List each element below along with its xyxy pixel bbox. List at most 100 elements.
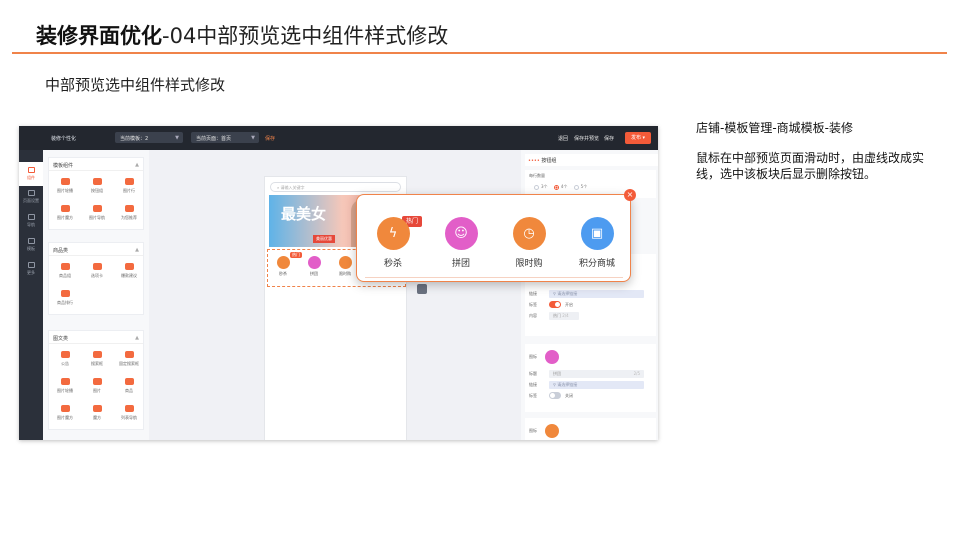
title-input[interactable]: 拼团 2/5	[549, 370, 644, 378]
content-input[interactable]: 热门 2/4	[549, 312, 579, 320]
widget-label: 商品组	[59, 273, 71, 278]
nav-item-page-settings[interactable]: 页面设置	[19, 190, 43, 204]
widget-item[interactable]: 图片轮播	[49, 373, 81, 400]
notes: 店铺-模板管理-商城模板-装修 鼠标在中部预览页面滑动时，由虚线改成实线，选中该…	[696, 120, 936, 182]
widget-item[interactable]: 为您推荐	[113, 200, 145, 227]
zoom-item-timed[interactable]: ◷ 限时购	[503, 217, 555, 269]
content-value: 热门	[553, 313, 561, 318]
nav-label: 页面设置	[23, 198, 39, 203]
widget-item[interactable]: 列表导航	[113, 400, 145, 427]
link-select[interactable]: ⚲ 请选择链接	[549, 290, 644, 298]
points-mall-icon: ▣	[580, 217, 614, 250]
banner-text: 最美女	[281, 205, 327, 223]
link-icon: ⚲	[553, 291, 556, 296]
ranking-icon	[60, 290, 70, 297]
title-count: 2/5	[633, 371, 640, 376]
slide-title-rest: -04中部预览选中组件样式修改	[162, 24, 449, 48]
list-nav-icon	[124, 405, 134, 412]
save-preview-button[interactable]: 保存并预览	[574, 135, 599, 142]
timer-icon[interactable]	[545, 424, 559, 438]
radio-4[interactable]	[553, 184, 559, 190]
widget-item[interactable]: 图片轮播	[49, 173, 81, 200]
page-select[interactable]: 当前页面：首页 ▼	[191, 132, 259, 143]
app-name: 装修个性化	[51, 136, 77, 142]
timer-icon: ◷	[512, 217, 546, 250]
slide-title-bold: 装修界面优化	[36, 24, 162, 48]
link-placeholder: 请选择链接	[557, 382, 578, 387]
zoom-item-points-mall[interactable]: ▣ 积分商城	[571, 217, 623, 269]
chevron-down-icon: ▾	[642, 135, 646, 141]
widget-item[interactable]: 魔方	[81, 400, 113, 427]
widget-item[interactable]: 固定搜索框	[113, 346, 145, 373]
link-label: 链接	[529, 382, 537, 387]
widget-group-title: 商品类	[53, 248, 69, 254]
widget-item[interactable]: 商品组	[49, 258, 81, 285]
widget-item[interactable]: 按钮组	[81, 173, 113, 200]
preview-nav-item[interactable]: 限时购	[335, 256, 355, 277]
save-link[interactable]: 保存	[265, 135, 275, 142]
chevron-up-icon: ▲	[135, 162, 139, 168]
template-select-value: 当前模板：2	[120, 136, 149, 142]
radio-3[interactable]	[534, 184, 539, 190]
timer-icon	[338, 256, 352, 269]
widget-item[interactable]: 图片行	[113, 173, 145, 200]
preview-nav-label: 限时购	[339, 271, 351, 276]
widget-item[interactable]: 商品排行	[49, 285, 81, 312]
widget-item[interactable]: 公告	[49, 346, 81, 373]
content-label: 内容	[529, 313, 537, 318]
preview-nav-label: 秒杀	[279, 271, 287, 276]
widget-item[interactable]: 爆款建议	[113, 258, 145, 285]
save-button[interactable]: 保存	[604, 135, 614, 142]
widget-group-header[interactable]: 模板组件 ▲	[49, 158, 143, 171]
preview-search[interactable]: ⌕ 请输入关键字	[270, 182, 401, 192]
nav-item-template[interactable]: 模板	[19, 238, 43, 252]
widget-item[interactable]: 图片导航	[81, 200, 113, 227]
widget-group-header[interactable]: 商品类 ▲	[49, 243, 143, 256]
badge-toggle[interactable]	[549, 301, 561, 308]
widget-item[interactable]: 图片魔方	[49, 200, 81, 227]
badge-toggle[interactable]	[549, 392, 561, 399]
search-icon	[92, 351, 102, 358]
zoom-item-label: 秒杀	[383, 259, 402, 269]
widget-label: 图片轮播	[57, 188, 73, 193]
zoom-item-label: 拼团	[451, 259, 470, 269]
widget-item[interactable]: 选项卡	[81, 258, 113, 285]
widget-label: 爆款建议	[121, 273, 137, 278]
nav-item-navigation[interactable]: 导航	[19, 214, 43, 228]
slide: 装修界面优化-04中部预览选中组件样式修改 中部预览选中组件样式修改 店铺-模板…	[0, 0, 960, 540]
preview-nav-item[interactable]: 秒杀	[273, 256, 293, 277]
content-row: 内容 热门 2/4	[525, 310, 656, 321]
nav-label: 组件	[27, 175, 35, 180]
widget-item[interactable]: 商品	[113, 373, 145, 400]
link-select[interactable]: ⚲ 请选择链接	[549, 381, 644, 389]
radio-label: 4个	[560, 184, 568, 189]
preview-nav-item[interactable]: 拼团	[304, 256, 324, 277]
button-config-3: 图标	[525, 418, 656, 440]
image-icon	[92, 378, 102, 385]
group-buy-icon[interactable]	[545, 350, 559, 364]
zoom-item-flash-sale[interactable]: ϟ 秒杀	[367, 217, 419, 269]
radio-5[interactable]	[573, 184, 579, 190]
nav-item-more[interactable]: 更多	[19, 262, 43, 276]
back-button[interactable]: 退回	[558, 135, 568, 142]
selected-component-zoom[interactable]: 热门 × ϟ 秒杀 ☺ 拼团 ◷ 限时购 ▣ 积分商城	[356, 189, 636, 282]
widget-item[interactable]: 图片	[81, 373, 113, 400]
nav-item-components[interactable]: 组件	[19, 162, 43, 186]
toggle-knob	[550, 393, 555, 398]
slide-title: 装修界面优化-04中部预览选中组件样式修改	[36, 20, 448, 50]
note-description: 鼠标在中部预览页面滑动时，由虚线改成实线，选中该板块后显示删除按钮。	[696, 151, 925, 181]
widget-item[interactable]: 搜索框	[81, 346, 113, 373]
template-select[interactable]: 当前模板：2 ▼	[115, 132, 183, 143]
move-handle-icon[interactable]	[417, 284, 427, 294]
widget-item[interactable]: 图片魔方	[49, 400, 81, 427]
more-icon	[27, 262, 35, 268]
carousel-icon	[60, 178, 70, 185]
publish-button[interactable]: 发布 ▾	[625, 132, 651, 144]
button-config-2: 图标 标题 拼团 2/5 链接 ⚲ 请选择链接 标签 关闭	[525, 344, 656, 412]
widget-group-header[interactable]: 图文类 ▲	[49, 331, 143, 344]
close-icon[interactable]: ×	[624, 189, 636, 201]
widget-label: 图片行	[123, 188, 135, 193]
component-icon	[27, 167, 35, 173]
radio-label: 5个	[580, 184, 588, 189]
zoom-item-group-buy[interactable]: ☺ 拼团	[435, 217, 487, 269]
